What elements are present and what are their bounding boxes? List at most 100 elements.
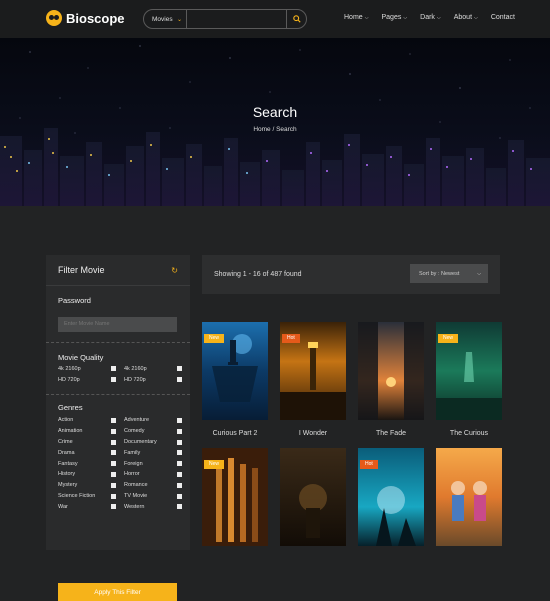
- genre-option[interactable]: Horror: [124, 470, 182, 479]
- checkbox[interactable]: [177, 504, 182, 510]
- hot-badge: Hot: [360, 460, 378, 469]
- checkbox[interactable]: [177, 366, 182, 372]
- genre-option[interactable]: War: [58, 502, 124, 511]
- logo[interactable]: Bioscope: [46, 10, 125, 26]
- genre-option[interactable]: Foreign: [124, 459, 182, 468]
- password-section: Password: [46, 286, 190, 342]
- genre-option-label: History: [58, 471, 76, 478]
- genre-option[interactable]: Science Fiction: [58, 492, 124, 501]
- caret-down-icon: ⌵: [477, 270, 481, 277]
- checkbox[interactable]: [111, 461, 116, 467]
- nav-contact[interactable]: Contact: [491, 14, 515, 21]
- checkbox[interactable]: [111, 482, 116, 488]
- movie-card[interactable]: New: [436, 322, 502, 420]
- checkbox[interactable]: [111, 366, 116, 372]
- genre-option[interactable]: Comedy: [124, 427, 182, 436]
- movie-card[interactable]: [436, 448, 502, 546]
- top-navbar: Bioscope Movies ⌄ Home ⌵ Pages ⌵ Dark ⌵ Abo…: [0, 0, 550, 38]
- genre-option[interactable]: TV Movie: [124, 492, 182, 501]
- movie-title[interactable]: Curious Part 2: [202, 430, 268, 437]
- genre-option-label: Documentary: [124, 439, 157, 446]
- genre-option-label: Romance: [124, 482, 148, 489]
- logo-text: Bioscope: [66, 10, 125, 26]
- genre-option[interactable]: History: [58, 470, 124, 479]
- genre-option[interactable]: Western: [124, 502, 182, 511]
- checkbox[interactable]: [177, 493, 182, 499]
- genre-option[interactable]: Fantasy: [58, 459, 124, 468]
- checkbox[interactable]: [177, 450, 182, 456]
- genre-option[interactable]: Romance: [124, 481, 182, 490]
- movie-card[interactable]: [280, 448, 346, 546]
- quality-option[interactable]: 4k 2160p: [58, 365, 124, 374]
- search-bar: Movies ⌄: [143, 9, 307, 29]
- checkbox[interactable]: [111, 493, 116, 499]
- genre-option-label: Animation: [58, 428, 83, 435]
- results-count: Showing 1 - 16 of 487 found: [214, 271, 302, 278]
- search-input[interactable]: [187, 10, 286, 28]
- checkbox[interactable]: [111, 439, 116, 445]
- quality-label: Movie Quality: [58, 352, 104, 362]
- nav-about[interactable]: About ⌵: [454, 14, 478, 21]
- city-skyline-illustration: [0, 128, 550, 206]
- genres-label: Genres: [58, 403, 83, 413]
- genre-option-label: Western: [124, 503, 145, 510]
- genre-option-label: Horror: [124, 471, 140, 478]
- genre-option[interactable]: Documentary: [124, 438, 182, 447]
- quality-section: Movie Quality 4k 2160p 4k 2160p HD 720p …: [46, 343, 190, 395]
- search-button[interactable]: [286, 10, 306, 28]
- movie-card[interactable]: Hot: [358, 448, 424, 546]
- new-badge: New: [438, 334, 459, 343]
- movie-title[interactable]: The Fade: [358, 430, 424, 437]
- genre-option[interactable]: Drama: [58, 448, 124, 457]
- search-category-select[interactable]: Movies ⌄: [144, 10, 187, 28]
- genre-option[interactable]: Action: [58, 416, 124, 425]
- genre-option[interactable]: Family: [124, 448, 182, 457]
- filter-title: Filter Movie: [58, 265, 105, 275]
- checkbox[interactable]: [177, 428, 182, 434]
- checkbox[interactable]: [177, 482, 182, 488]
- refresh-icon[interactable]: ↻: [171, 266, 178, 275]
- checkbox[interactable]: [111, 428, 116, 434]
- checkbox[interactable]: [111, 504, 116, 510]
- quality-option[interactable]: HD 720p: [58, 375, 124, 384]
- checkbox[interactable]: [111, 450, 116, 456]
- nav-pages-label: Pages: [381, 14, 402, 21]
- movie-card[interactable]: [358, 322, 424, 420]
- checkbox[interactable]: [111, 377, 116, 383]
- genres-section: Genres Action Adventure Animation Comedy Cri…: [46, 395, 190, 511]
- checkbox[interactable]: [111, 417, 116, 423]
- movie-card[interactable]: New: [202, 322, 268, 420]
- genre-option[interactable]: Animation: [58, 427, 124, 436]
- genre-option-label: Science Fiction: [58, 493, 96, 500]
- checkbox[interactable]: [111, 471, 116, 477]
- genre-option-label: Drama: [58, 449, 75, 456]
- movie-card[interactable]: Hot: [280, 322, 346, 420]
- movie-card[interactable]: New: [202, 448, 268, 546]
- quality-option[interactable]: 4k 2160p: [124, 365, 182, 374]
- quality-option-label: HD 720p: [58, 376, 80, 383]
- genre-option[interactable]: Crime: [58, 438, 124, 447]
- quality-option[interactable]: HD 720p: [124, 375, 182, 384]
- nav-dark[interactable]: Dark ⌵: [420, 14, 441, 21]
- apply-filter-button[interactable]: Apply This Filter: [58, 583, 177, 601]
- movie-name-input[interactable]: [58, 316, 177, 332]
- new-badge: New: [204, 460, 225, 469]
- checkbox[interactable]: [177, 417, 182, 423]
- movie-title[interactable]: I Wonder: [280, 430, 346, 437]
- main-nav: Home ⌵ Pages ⌵ Dark ⌵ About ⌵ Contact: [344, 14, 528, 21]
- sort-select[interactable]: Sort by : Newest ⌵: [410, 264, 488, 283]
- movie-title[interactable]: The Curious: [436, 430, 502, 437]
- hot-badge: Hot: [282, 334, 300, 343]
- checkbox[interactable]: [177, 461, 182, 467]
- nav-pages[interactable]: Pages ⌵: [381, 14, 407, 21]
- checkbox[interactable]: [177, 377, 182, 383]
- genre-option[interactable]: Mystery: [58, 481, 124, 490]
- nav-contact-label: Contact: [490, 14, 515, 21]
- nav-dark-label: Dark: [420, 14, 435, 21]
- nav-home[interactable]: Home ⌵: [344, 14, 368, 21]
- genre-option[interactable]: Adventure: [124, 416, 182, 425]
- checkbox[interactable]: [177, 439, 182, 445]
- movie-poster: [358, 322, 424, 420]
- checkbox[interactable]: [177, 471, 182, 477]
- quality-option-label: HD 720p: [124, 376, 146, 383]
